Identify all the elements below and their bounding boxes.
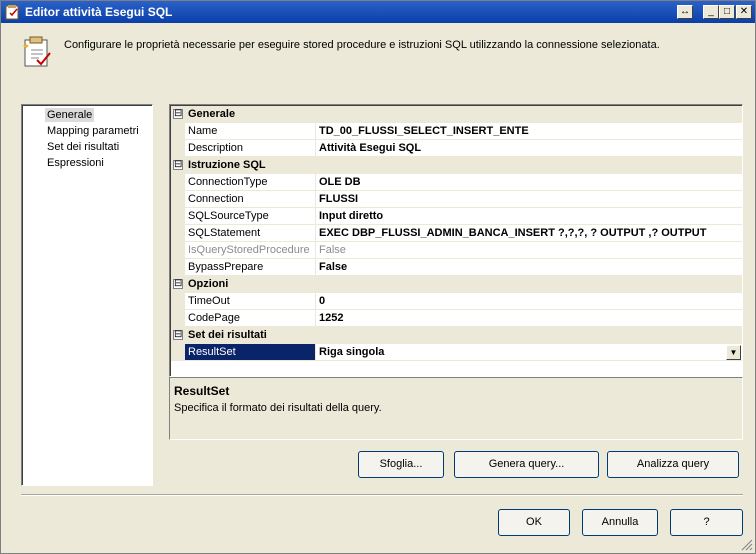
property-name: Name <box>185 123 316 140</box>
row-gutter <box>171 344 185 361</box>
help-title: ResultSet <box>174 384 230 398</box>
page-navigation: Generale Mapping parametri Set dei risul… <box>21 104 153 486</box>
property-value[interactable]: OLE DB <box>316 174 742 191</box>
category-opzioni[interactable]: ⊟ Opzioni <box>171 276 742 293</box>
category-set-dei-risultati[interactable]: ⊟ Set dei risultati <box>171 327 742 344</box>
property-name: SQLSourceType <box>185 208 316 225</box>
row-gutter <box>171 259 185 276</box>
row-gutter <box>171 208 185 225</box>
property-value[interactable]: False <box>316 259 742 276</box>
property-name: SQLStatement <box>185 225 316 242</box>
category-label: Istruzione SQL <box>188 159 266 171</box>
dropdown-arrow-icon[interactable]: ▼ <box>726 345 741 360</box>
property-value[interactable]: FLUSSI <box>316 191 742 208</box>
property-name: ConnectionType <box>185 174 316 191</box>
property-help-panel: ResultSet Specifica il formato dei risul… <box>169 377 743 440</box>
row-gutter <box>171 140 185 157</box>
collapse-icon[interactable]: ⊟ <box>173 109 183 119</box>
property-row-sqlstatement[interactable]: SQLStatement EXEC DBP_FLUSSI_ADMIN_BANCA… <box>171 225 742 242</box>
property-row-sqlsourcetype[interactable]: SQLSourceType Input diretto <box>171 208 742 225</box>
property-value[interactable]: EXEC DBP_FLUSSI_ADMIN_BANCA_INSERT ?,?,?… <box>316 225 742 242</box>
category-label: Opzioni <box>188 278 229 290</box>
property-row-isquerystoredprocedure: IsQueryStoredProcedure False <box>171 242 742 259</box>
property-row-connectiontype[interactable]: ConnectionType OLE DB <box>171 174 742 191</box>
row-gutter <box>171 310 185 327</box>
category-label: Generale <box>188 108 236 120</box>
build-query-button[interactable]: Genera query... <box>454 451 599 478</box>
title-bar[interactable]: Editor attività Esegui SQL ↔ _ □ ✕ <box>1 1 755 23</box>
property-row-codepage[interactable]: CodePage 1252 <box>171 310 742 327</box>
maximize-button[interactable]: □ <box>719 5 735 19</box>
category-generale[interactable]: ⊟ Generale <box>171 106 742 123</box>
property-name: ResultSet <box>185 344 316 361</box>
dialog-window: Editor attività Esegui SQL ↔ _ □ ✕ Confi… <box>0 0 756 554</box>
property-value[interactable]: 1252 <box>316 310 742 327</box>
property-name: CodePage <box>185 310 316 327</box>
property-value[interactable]: 0 <box>316 293 742 310</box>
property-value[interactable]: Attività Esegui SQL <box>316 140 742 157</box>
cancel-button[interactable]: Annulla <box>582 509 658 536</box>
header-description: Configurare le proprietà necessarie per … <box>64 39 660 51</box>
property-name: BypassPrepare <box>185 259 316 276</box>
row-gutter <box>171 242 185 259</box>
resultset-value: Riga singola <box>319 346 385 358</box>
property-row-bypassprepare[interactable]: BypassPrepare False <box>171 259 742 276</box>
property-row-connection[interactable]: Connection FLUSSI <box>171 191 742 208</box>
resize-icon[interactable]: ↔ <box>677 5 693 19</box>
property-value[interactable]: Input diretto <box>316 208 742 225</box>
row-gutter <box>171 225 185 242</box>
property-value: False <box>316 242 742 259</box>
minimize-button[interactable]: _ <box>703 5 719 19</box>
row-gutter <box>171 191 185 208</box>
property-row-name[interactable]: Name TD_00_FLUSSI_SELECT_INSERT_ENTE <box>171 123 742 140</box>
category-istruzione-sql[interactable]: ⊟ Istruzione SQL <box>171 157 742 174</box>
property-name: Connection <box>185 191 316 208</box>
browse-button[interactable]: Sfoglia... <box>358 451 444 478</box>
property-row-timeout[interactable]: TimeOut 0 <box>171 293 742 310</box>
row-gutter <box>171 123 185 140</box>
row-gutter <box>171 293 185 310</box>
collapse-icon[interactable]: ⊟ <box>173 330 183 340</box>
category-label: Set dei risultati <box>188 329 267 341</box>
nav-item-espressioni[interactable]: Espressioni <box>45 156 106 170</box>
window-title: Editor attività Esegui SQL <box>25 5 173 19</box>
app-icon <box>5 5 19 20</box>
collapse-icon[interactable]: ⊟ <box>173 160 183 170</box>
ok-button[interactable]: OK <box>498 509 570 536</box>
task-settings-icon <box>23 36 51 67</box>
resultset-select[interactable]: Riga singola ▼ <box>316 344 742 361</box>
property-row-resultset[interactable]: ResultSet Riga singola ▼ <box>171 344 742 361</box>
property-row-description[interactable]: Description Attività Esegui SQL <box>171 140 742 157</box>
nav-item-generale[interactable]: Generale <box>45 108 95 122</box>
separator <box>21 494 743 496</box>
row-gutter <box>171 174 185 191</box>
help-button[interactable]: ? <box>670 509 743 536</box>
nav-item-set-dei-risultati[interactable]: Set dei risultati <box>45 140 121 154</box>
nav-item-mapping-parametri[interactable]: Mapping parametri <box>45 124 141 138</box>
property-grid: ⊟ Generale Name TD_00_FLUSSI_SELECT_INSE… <box>169 104 743 377</box>
property-name: TimeOut <box>185 293 316 310</box>
resize-grip-icon[interactable] <box>741 539 753 551</box>
property-value[interactable]: TD_00_FLUSSI_SELECT_INSERT_ENTE <box>316 123 742 140</box>
collapse-icon[interactable]: ⊟ <box>173 279 183 289</box>
parse-query-button[interactable]: Analizza query <box>607 451 739 478</box>
close-button[interactable]: ✕ <box>736 5 752 19</box>
property-name: IsQueryStoredProcedure <box>185 242 316 259</box>
property-name: Description <box>185 140 316 157</box>
help-text: Specifica il formato dei risultati della… <box>174 402 382 414</box>
